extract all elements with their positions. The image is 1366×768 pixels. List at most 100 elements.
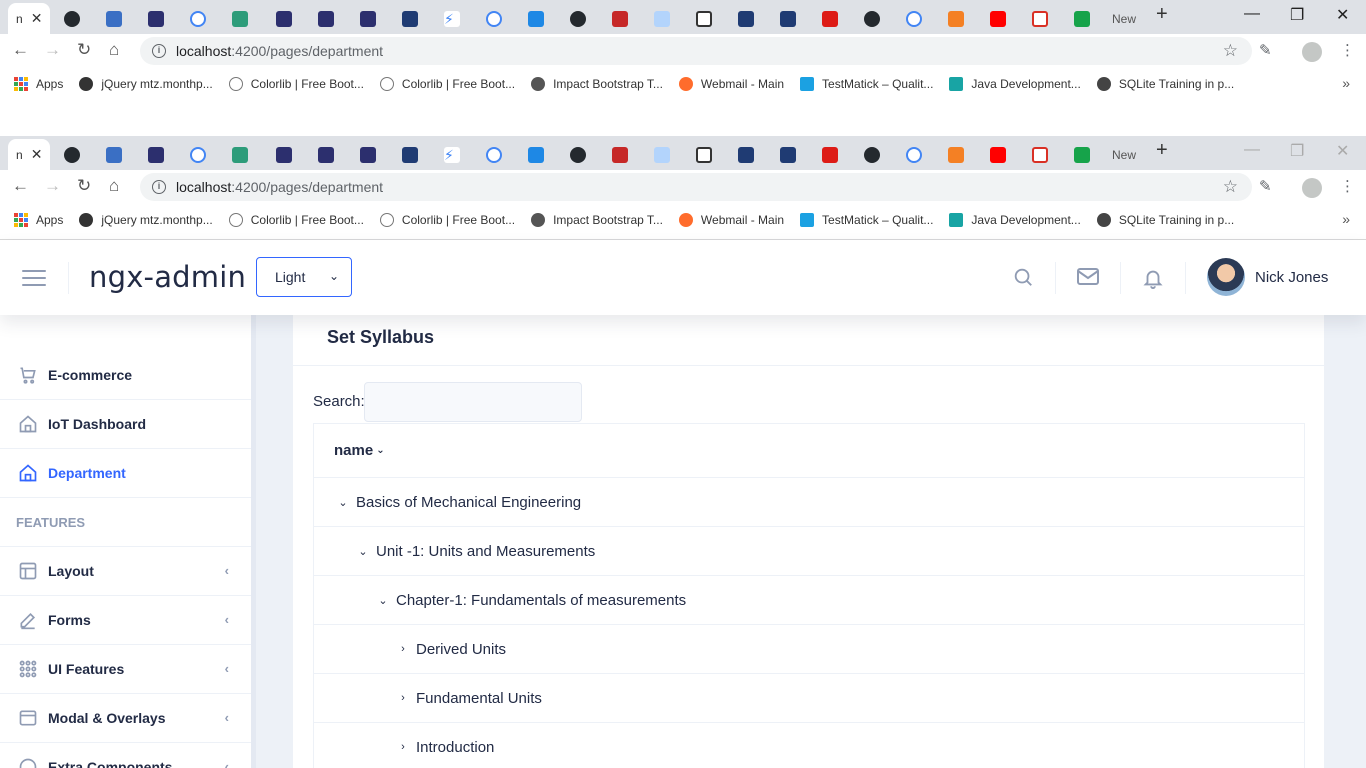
menu-toggle-icon[interactable] xyxy=(22,270,46,291)
tab-14[interactable] xyxy=(604,3,628,34)
tab-9[interactable] xyxy=(394,139,418,170)
tab-25[interactable] xyxy=(1066,139,1090,170)
tree-row[interactable]: ⌄ Chapter-1: Fundamentals of measurement… xyxy=(313,576,1305,625)
reload-icon[interactable]: ↻ xyxy=(77,176,91,196)
bookmark-colorlib-2[interactable]: Colorlib | Free Boot... xyxy=(379,213,515,227)
chevron-right-icon[interactable]: › xyxy=(396,643,410,655)
sidebar-item-department[interactable]: Department xyxy=(0,449,251,498)
sidebar-item-layout[interactable]: Layout ‹ xyxy=(0,547,251,596)
tab-21[interactable] xyxy=(898,139,922,170)
tab-12[interactable] xyxy=(520,139,544,170)
bookmark-impact[interactable]: Impact Bootstrap T... xyxy=(531,77,663,91)
tab-3[interactable] xyxy=(140,139,164,170)
tab-13[interactable] xyxy=(562,139,586,170)
close-window-button[interactable]: ✕ xyxy=(1336,5,1349,25)
bookmark-sqlite[interactable]: SQLite Training in p... xyxy=(1096,77,1234,91)
forward-icon[interactable]: → xyxy=(44,176,61,196)
column-header-name[interactable]: name ⌄ xyxy=(313,423,1305,478)
tab-github[interactable] xyxy=(56,3,80,34)
sidebar-item-iot-dashboard[interactable]: IoT Dashboard xyxy=(0,400,251,449)
app-logo[interactable]: ngx-admin xyxy=(89,260,246,294)
back-icon[interactable]: ← xyxy=(12,40,29,60)
tab-24[interactable] xyxy=(1024,139,1048,170)
tab-7[interactable] xyxy=(310,139,334,170)
bookmark-java[interactable]: Java Development... xyxy=(949,213,1081,227)
tab-20[interactable] xyxy=(856,3,880,34)
tab-new[interactable]: New xyxy=(1104,3,1136,34)
bookmark-impact[interactable]: Impact Bootstrap T... xyxy=(531,213,663,227)
tab-15[interactable] xyxy=(646,139,670,170)
bell-icon[interactable] xyxy=(1142,266,1164,295)
tree-row[interactable]: › Derived Units xyxy=(313,625,1305,674)
tab-23[interactable] xyxy=(982,3,1006,34)
tab-11[interactable] xyxy=(478,3,502,34)
theme-select[interactable]: Light ⌄ xyxy=(256,257,352,297)
tab-3[interactable] xyxy=(140,3,164,34)
tab-25[interactable] xyxy=(1066,3,1090,34)
reload-icon[interactable]: ↻ xyxy=(77,40,91,60)
bookmark-jquery[interactable]: jQuery mtz.monthp... xyxy=(79,77,213,91)
tab-16[interactable] xyxy=(688,3,712,34)
menu-dots-icon[interactable]: ⋮ xyxy=(1340,41,1355,59)
search-icon[interactable] xyxy=(1012,266,1034,293)
tab-5[interactable] xyxy=(224,3,248,34)
tab-14[interactable] xyxy=(604,139,628,170)
sidebar-item-extra-components[interactable]: Extra Components ‹ xyxy=(0,743,251,768)
new-tab-button[interactable]: + xyxy=(1156,3,1168,26)
restore-button[interactable]: ❐ xyxy=(1290,141,1304,161)
tree-row[interactable]: ⌄ Basics of Mechanical Engineering xyxy=(313,478,1305,527)
bookmark-colorlib-2[interactable]: Colorlib | Free Boot... xyxy=(379,77,515,91)
user-avatar[interactable] xyxy=(1207,258,1245,296)
bookmark-colorlib-1[interactable]: Colorlib | Free Boot... xyxy=(228,213,364,227)
tab-18[interactable] xyxy=(772,139,796,170)
tab-19[interactable] xyxy=(814,3,838,34)
tab-google[interactable] xyxy=(182,3,206,34)
bookmark-webmail[interactable]: Webmail - Main xyxy=(678,77,784,91)
chevron-right-icon[interactable]: › xyxy=(396,741,410,753)
tab-24[interactable] xyxy=(1024,3,1048,34)
email-icon[interactable] xyxy=(1076,266,1100,293)
tab-new[interactable]: New xyxy=(1104,139,1136,170)
bookmarks-overflow-icon[interactable]: » xyxy=(1342,211,1350,227)
tab-17[interactable] xyxy=(730,3,754,34)
eyedropper-icon[interactable]: ✎ xyxy=(1259,41,1272,59)
bookmark-webmail[interactable]: Webmail - Main xyxy=(678,213,784,227)
tab-active[interactable]: n ✕ xyxy=(8,139,50,170)
bookmark-jquery[interactable]: jQuery mtz.monthp... xyxy=(79,213,213,227)
tab-8[interactable] xyxy=(352,139,376,170)
bookmark-testmatick[interactable]: TestMatick – Qualit... xyxy=(800,213,933,227)
tab-23[interactable] xyxy=(982,139,1006,170)
bookmark-apps[interactable]: Apps xyxy=(14,77,63,91)
tab-15[interactable] xyxy=(646,3,670,34)
address-bar[interactable]: i localhost:4200/pages/department ☆ xyxy=(140,37,1252,65)
sidebar-item-forms[interactable]: Forms ‹ xyxy=(0,596,251,645)
search-input[interactable] xyxy=(364,382,582,422)
sort-icon[interactable]: ⌄ xyxy=(376,445,384,456)
profile-avatar[interactable] xyxy=(1302,178,1322,198)
sidebar-scrollbar[interactable] xyxy=(251,315,256,768)
tab-8[interactable] xyxy=(352,3,376,34)
sidebar-item-modal-overlays[interactable]: Modal & Overlays ‹ xyxy=(0,694,251,743)
chevron-down-icon[interactable]: ⌄ xyxy=(336,496,350,509)
profile-avatar[interactable] xyxy=(1302,42,1322,62)
tab-22[interactable] xyxy=(940,3,964,34)
tab-2[interactable] xyxy=(98,139,122,170)
chevron-down-icon[interactable]: ⌄ xyxy=(376,594,390,607)
bookmark-apps[interactable]: Apps xyxy=(14,213,63,227)
tab-2[interactable] xyxy=(98,3,122,34)
tab-google[interactable] xyxy=(182,139,206,170)
tab-6[interactable] xyxy=(268,3,292,34)
back-icon[interactable]: ← xyxy=(12,176,29,196)
close-icon[interactable]: ✕ xyxy=(31,146,43,163)
bookmark-star-icon[interactable]: ☆ xyxy=(1223,177,1238,197)
tab-6[interactable] xyxy=(268,139,292,170)
tab-11[interactable] xyxy=(478,139,502,170)
info-icon[interactable]: i xyxy=(152,180,166,194)
tab-21[interactable] xyxy=(898,3,922,34)
tab-10[interactable]: ⚡ xyxy=(436,3,460,34)
minimize-button[interactable]: — xyxy=(1244,141,1260,159)
chevron-right-icon[interactable]: › xyxy=(396,692,410,704)
restore-button[interactable]: ❐ xyxy=(1290,5,1304,25)
tab-10[interactable]: ⚡ xyxy=(436,139,460,170)
sidebar-item-ecommerce[interactable]: E-commerce xyxy=(0,351,251,400)
